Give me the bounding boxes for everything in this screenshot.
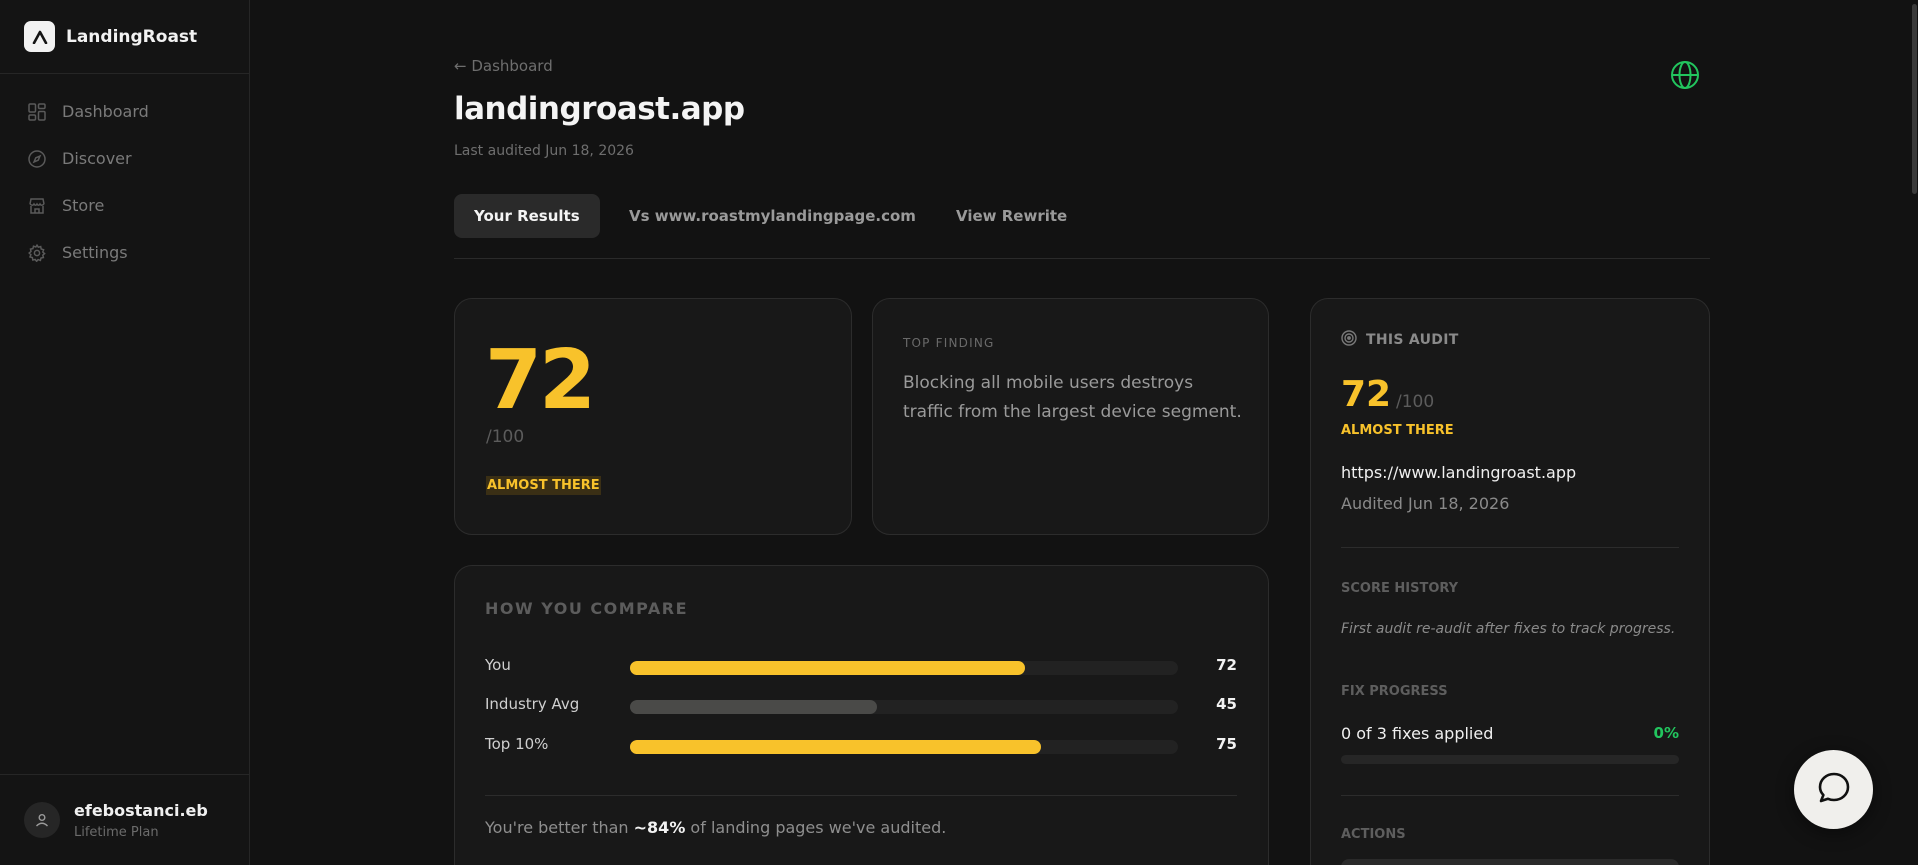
dashboard-icon — [27, 102, 47, 122]
top-finding-text: Blocking all mobile users destroys traff… — [903, 373, 1242, 422]
chat-icon — [1816, 770, 1852, 810]
sidebar-item-dashboard[interactable]: Dashboard — [0, 88, 249, 135]
score-history-text: First audit re-audit after fixes to trac… — [1341, 621, 1676, 637]
top-finding-card: TOP FINDING Blocking all mobile users de… — [872, 298, 1269, 535]
score-value: 72 — [485, 333, 596, 428]
compare-label: Top 10% — [485, 735, 549, 753]
fix-progress-label: FIX PROGRESS — [1341, 684, 1448, 699]
compare-bar-fill — [630, 740, 1041, 754]
target-icon — [1341, 330, 1357, 350]
score-out-of: /100 — [486, 427, 525, 447]
divider — [1341, 795, 1679, 796]
this-audit-card: THIS AUDIT 72 /100 ALMOST THERE https://… — [1310, 298, 1710, 865]
compare-bar-track — [630, 700, 1178, 714]
globe-icon[interactable] — [1670, 60, 1700, 90]
score-history-label: SCORE HISTORY — [1341, 581, 1459, 596]
this-audit-header: THIS AUDIT — [1341, 330, 1459, 350]
tab-vs-competitor[interactable]: Vs www.roastmylandingpage.com — [629, 194, 916, 238]
compare-card: HOW YOU COMPARE You 72 Industry Avg 45 T… — [454, 565, 1269, 865]
user-menu[interactable]: efebostanci.eb Lifetime Plan — [0, 774, 249, 865]
brand[interactable]: LandingRoast — [0, 0, 249, 74]
divider — [1341, 547, 1679, 548]
last-audited: Last audited Jun 18, 2026 — [454, 143, 634, 159]
actions-label: ACTIONS — [1341, 827, 1406, 842]
sidebar-item-discover[interactable]: Discover — [0, 135, 249, 182]
compare-summary: You're better than ~84% of landing pages… — [485, 818, 946, 837]
top-finding-label: TOP FINDING — [903, 336, 995, 350]
gear-icon — [27, 243, 47, 263]
score-card: 72 /100 ALMOST THERE — [454, 298, 852, 535]
audit-score-out-of: /100 — [1396, 392, 1435, 412]
audit-score: 72 — [1341, 374, 1392, 415]
compare-bar-fill — [630, 700, 877, 714]
sidebar-item-settings[interactable]: Settings — [0, 229, 249, 276]
compare-summary-pre: You're better than — [485, 818, 634, 837]
sidebar-item-label: Dashboard — [62, 102, 149, 121]
compare-row-industry: Industry Avg 45 — [485, 695, 1237, 715]
compare-bar-fill — [630, 661, 1025, 675]
sidebar-item-label: Store — [62, 196, 105, 215]
audit-date: Audited Jun 18, 2026 — [1341, 494, 1510, 513]
sidebar-item-label: Discover — [62, 149, 132, 168]
brand-name: LandingRoast — [66, 26, 198, 47]
user-plan: Lifetime Plan — [74, 824, 159, 840]
tab-view-rewrite[interactable]: View Rewrite — [956, 194, 1067, 238]
user-meta: efebostanci.eb Lifetime Plan — [74, 801, 208, 840]
compare-summary-percent: ~84% — [633, 818, 686, 837]
sidebar-nav: Dashboard Discover Store Settings — [0, 74, 249, 276]
scrollbar[interactable] — [1911, 0, 1918, 200]
page-title: landingroast.app — [454, 91, 745, 127]
scrollbar-thumb[interactable] — [1912, 4, 1917, 194]
avatar — [24, 802, 60, 838]
audit-status-badge: ALMOST THERE — [1341, 423, 1454, 438]
compare-bar-track — [630, 661, 1178, 675]
compare-row-you: You 72 — [485, 656, 1237, 676]
compare-bar-track — [630, 740, 1178, 754]
action-button[interactable] — [1341, 859, 1679, 865]
compare-summary-post: of landing pages we've audited. — [685, 818, 947, 837]
sidebar-item-label: Settings — [62, 243, 128, 262]
fix-progress-text: 0 of 3 fixes applied — [1341, 724, 1494, 743]
compare-row-top10: Top 10% 75 — [485, 735, 1237, 755]
this-audit-label: THIS AUDIT — [1366, 332, 1459, 348]
divider — [485, 795, 1237, 796]
compass-icon — [27, 149, 47, 169]
tab-your-results[interactable]: Your Results — [454, 194, 600, 238]
compare-value: 72 — [1216, 656, 1237, 674]
fix-progress-bar — [1341, 755, 1679, 764]
user-name: efebostanci.eb — [74, 800, 208, 820]
audit-url: https://www.landingroast.app — [1341, 463, 1577, 482]
sidebar: LandingRoast Dashboard Discover Store Se… — [0, 0, 250, 865]
store-icon — [27, 196, 47, 216]
compare-title: HOW YOU COMPARE — [485, 599, 689, 618]
chat-button[interactable] — [1794, 750, 1873, 829]
compare-label: Industry Avg — [485, 695, 580, 713]
status-badge: ALMOST THERE — [486, 476, 601, 495]
fix-progress-percent: 0% — [1653, 724, 1679, 742]
compare-value: 45 — [1216, 695, 1237, 713]
tab-bar: Your Results Vs www.roastmylandingpage.c… — [454, 194, 1710, 259]
compare-value: 75 — [1216, 735, 1237, 753]
sidebar-item-store[interactable]: Store — [0, 182, 249, 229]
back-link[interactable]: ← Dashboard — [454, 57, 553, 75]
compare-label: You — [485, 656, 511, 674]
logo-icon — [24, 21, 55, 52]
